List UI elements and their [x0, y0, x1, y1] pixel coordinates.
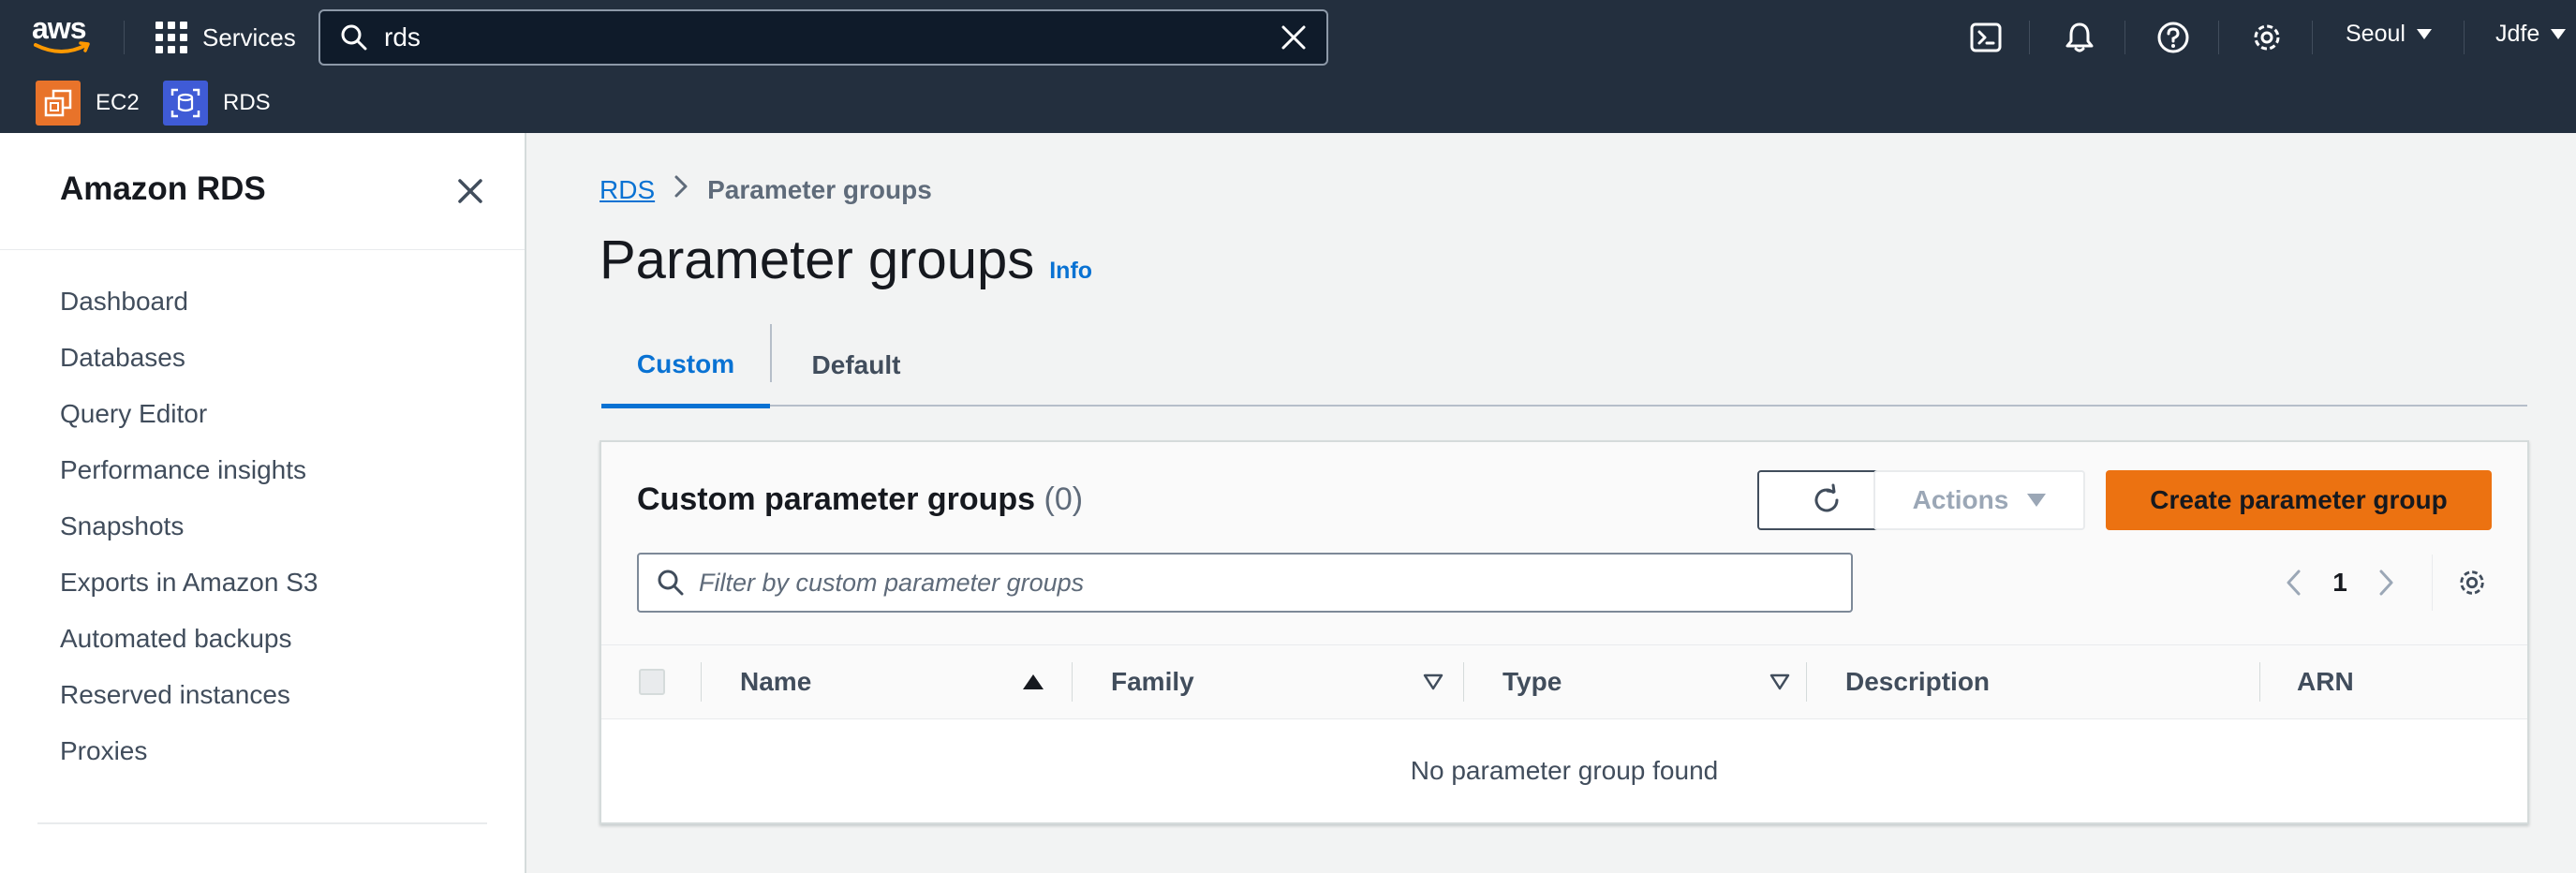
chevron-left-icon[interactable] — [2269, 558, 2317, 607]
column-header-family[interactable]: Family — [1111, 645, 1461, 718]
create-parameter-group-button[interactable]: Create parameter group — [2106, 470, 2492, 530]
sidebar-item-reserved-instances[interactable]: Reserved instances — [60, 678, 318, 734]
filter-input[interactable] — [699, 568, 1851, 598]
topbar-divider — [2312, 21, 2313, 54]
column-divider — [1806, 662, 1807, 702]
sidebar-item-snapshots[interactable]: Snapshots — [60, 510, 318, 566]
column-type-label: Type — [1503, 667, 1562, 696]
sort-ascending-icon — [1023, 674, 1044, 689]
sidebar-item-exports-s3[interactable]: Exports in Amazon S3 — [60, 566, 318, 622]
gear-icon[interactable] — [2444, 555, 2500, 611]
breadcrumb: RDS Parameter groups — [600, 174, 932, 205]
empty-state-message: No parameter group found — [1410, 756, 1719, 785]
sidebar-item-automated-backups[interactable]: Automated backups — [60, 622, 318, 678]
gear-icon[interactable] — [2246, 17, 2287, 58]
column-header-description[interactable]: Description — [1845, 645, 1990, 718]
sidebar-item-proxies[interactable]: Proxies — [60, 734, 318, 791]
close-icon[interactable] — [1270, 14, 1317, 61]
table-title-text: Custom parameter groups — [637, 481, 1036, 517]
sidebar-nav-list: Dashboard Databases Query Editor Perform… — [60, 285, 318, 791]
topbar-divider — [2029, 21, 2030, 54]
sort-icon — [1423, 673, 1443, 690]
global-search-input[interactable]: rds — [384, 22, 1270, 52]
sidebar-item-query-editor[interactable]: Query Editor — [60, 397, 318, 453]
global-search-box[interactable]: rds — [318, 9, 1328, 66]
chevron-right-icon[interactable] — [2362, 558, 2411, 607]
side-navigation: Amazon RDS Dashboard Databases Query Edi… — [0, 133, 526, 873]
account-menu[interactable]: Jdfe — [2495, 21, 2567, 48]
sidebar-item-performance-insights[interactable]: Performance insights — [60, 453, 318, 510]
favorite-rds-label: RDS — [223, 90, 271, 115]
favorite-ec2-label: EC2 — [96, 90, 140, 115]
table-header-area: Custom parameter groups (0) Actions Crea… — [601, 442, 2527, 644]
pagination-divider — [2432, 555, 2433, 611]
sidebar-divider — [37, 822, 487, 824]
actions-label: Actions — [1912, 485, 2009, 514]
aws-logo[interactable]: aws — [32, 13, 97, 58]
column-arn-label: ARN — [2297, 667, 2354, 696]
tab-default[interactable]: Default — [772, 324, 940, 407]
column-header-arn[interactable]: ARN — [2297, 645, 2354, 718]
column-header-name[interactable]: Name — [740, 645, 1053, 718]
tab-list: Custom Default — [601, 324, 2527, 408]
rds-service-icon — [163, 81, 208, 126]
services-menu-button[interactable]: Services — [155, 17, 296, 58]
caret-down-icon — [2027, 494, 2047, 507]
parameter-groups-table-container: Custom parameter groups (0) Actions Crea… — [600, 440, 2529, 824]
sidebar-item-databases[interactable]: Databases — [60, 341, 318, 397]
favorite-rds[interactable]: RDS — [163, 81, 271, 126]
top-navigation-bar: aws Services rds Seoul Jdfe EC2 RDS — [0, 0, 2576, 133]
favorite-ec2[interactable]: EC2 — [36, 81, 140, 126]
search-icon — [337, 21, 371, 54]
sidebar-title[interactable]: Amazon RDS — [60, 170, 266, 208]
column-family-label: Family — [1111, 667, 1194, 696]
info-link[interactable]: Info — [1049, 258, 1092, 285]
column-divider — [2259, 662, 2260, 702]
breadcrumb-current: Parameter groups — [707, 174, 932, 204]
services-label: Services — [202, 22, 296, 52]
column-divider — [701, 662, 702, 702]
table-count: (0) — [1044, 481, 1084, 517]
bell-icon[interactable] — [2059, 17, 2100, 58]
cloudshell-icon[interactable] — [1965, 17, 2006, 58]
search-icon — [656, 568, 686, 598]
table-column-header-row: Name Family Type Description ARN — [601, 644, 2527, 719]
page-title: Parameter groups — [600, 229, 1035, 290]
region-label: Seoul — [2346, 21, 2406, 47]
refresh-icon — [1814, 483, 1839, 512]
sort-icon — [1769, 673, 1790, 690]
tab-custom[interactable]: Custom — [601, 324, 770, 408]
topbar-divider — [124, 21, 125, 54]
aws-smile-icon — [34, 41, 90, 53]
filter-search-box[interactable] — [637, 553, 1853, 613]
topbar-divider — [2464, 21, 2465, 54]
column-description-label: Description — [1845, 667, 1991, 696]
sidebar-item-dashboard[interactable]: Dashboard — [60, 285, 318, 341]
column-header-type[interactable]: Type — [1503, 645, 1812, 718]
caret-down-icon — [2416, 29, 2432, 39]
topbar-divider — [2124, 21, 2125, 54]
page-header: Parameter groups Info — [600, 229, 1092, 291]
table-title: Custom parameter groups (0) — [637, 481, 1083, 518]
select-all-checkbox[interactable] — [639, 669, 665, 695]
help-icon[interactable] — [2153, 17, 2194, 58]
pagination: 1 — [2269, 555, 2500, 611]
close-icon[interactable] — [450, 170, 491, 212]
column-divider — [1072, 662, 1073, 702]
topbar-divider — [2218, 21, 2219, 54]
column-name-label: Name — [740, 667, 812, 696]
apps-grid-icon — [155, 22, 187, 53]
actions-dropdown-button[interactable]: Actions — [1873, 470, 2085, 530]
chevron-right-icon — [674, 174, 688, 205]
aws-logo-text: aws — [32, 11, 86, 45]
ec2-service-icon — [36, 81, 81, 126]
sidebar-divider — [0, 249, 525, 250]
column-divider — [1463, 662, 1464, 702]
caret-down-icon — [2551, 29, 2567, 39]
account-label: Jdfe — [2495, 21, 2540, 47]
page-number[interactable]: 1 — [2317, 568, 2362, 598]
region-selector[interactable]: Seoul — [2346, 21, 2432, 48]
breadcrumb-rds-link[interactable]: RDS — [600, 175, 655, 205]
